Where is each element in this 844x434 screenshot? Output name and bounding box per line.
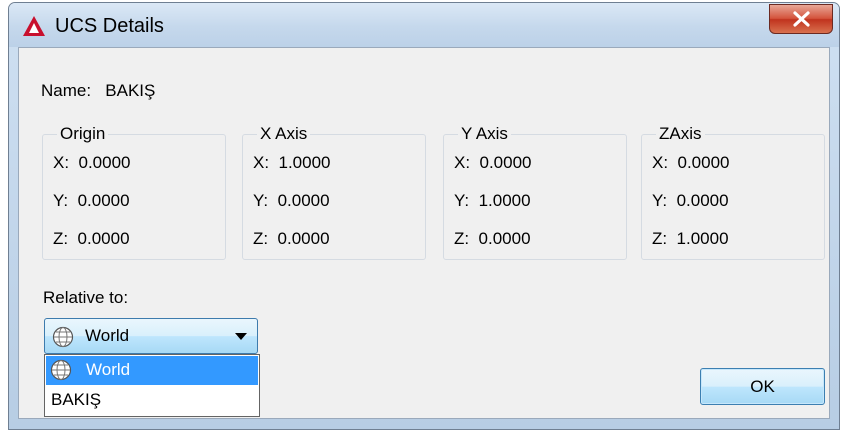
relative-to-dropdown[interactable]: World [44, 318, 258, 354]
close-button[interactable] [769, 4, 833, 34]
dialog-body: Name: BAKIŞ Origin X: 0.0000 Y: 0.0000 Z… [18, 47, 830, 419]
close-icon [793, 11, 810, 27]
ucs-details-dialog: UCS Details Name: BAKIŞ Origin X: 0.0000… [8, 2, 840, 430]
name-label: Name: [41, 81, 92, 100]
option-label: BAKIŞ [51, 390, 102, 409]
x-axis-group: X Axis X: 1.0000 Y: 0.0000 Z: 0.0000 [242, 124, 426, 260]
relative-to-label: Relative to: [43, 288, 129, 307]
autocad-logo-icon [23, 16, 45, 36]
origin-group: Origin X: 0.0000 Y: 0.0000 Z: 0.0000 [42, 124, 226, 260]
y-axis-z: Z: 0.0000 [454, 229, 531, 248]
y-axis-y: Y: 1.0000 [454, 191, 531, 210]
x-axis-x: X: 1.0000 [253, 153, 331, 172]
group-label: Origin [57, 124, 109, 144]
dropdown-option-bakis[interactable]: BAKIŞ [46, 386, 258, 415]
ok-button[interactable]: OK [700, 368, 825, 405]
y-axis-group: Y Axis X: 0.0000 Y: 1.0000 Z: 0.0000 [443, 124, 627, 260]
z-axis-z: Z: 1.0000 [652, 229, 729, 248]
z-axis-x: X: 0.0000 [652, 153, 730, 172]
chevron-down-icon[interactable] [235, 333, 247, 341]
z-axis-group: ZAxis X: 0.0000 Y: 0.0000 Z: 1.0000 [641, 124, 825, 260]
name-value: BAKIŞ [105, 81, 156, 100]
x-axis-z: Z: 0.0000 [253, 229, 330, 248]
group-label: X Axis [257, 124, 311, 144]
group-label: ZAxis [656, 124, 705, 144]
origin-z: Z: 0.0000 [53, 229, 130, 248]
world-ucs-icon [52, 326, 74, 348]
world-ucs-icon [50, 359, 72, 381]
ucs-name-row: Name: BAKIŞ [41, 81, 155, 101]
dropdown-selected-value: World [85, 326, 130, 345]
group-label: Y Axis [458, 124, 511, 144]
title-bar[interactable]: UCS Details [9, 3, 839, 47]
window-title: UCS Details [55, 15, 164, 37]
x-axis-y: Y: 0.0000 [253, 191, 330, 210]
origin-x: X: 0.0000 [53, 153, 131, 172]
origin-y: Y: 0.0000 [53, 191, 130, 210]
z-axis-y: Y: 0.0000 [652, 191, 729, 210]
relative-to-options-list: World BAKIŞ [44, 354, 260, 417]
option-label: World [86, 360, 131, 379]
y-axis-x: X: 0.0000 [454, 153, 532, 172]
dropdown-option-world[interactable]: World [46, 356, 258, 385]
